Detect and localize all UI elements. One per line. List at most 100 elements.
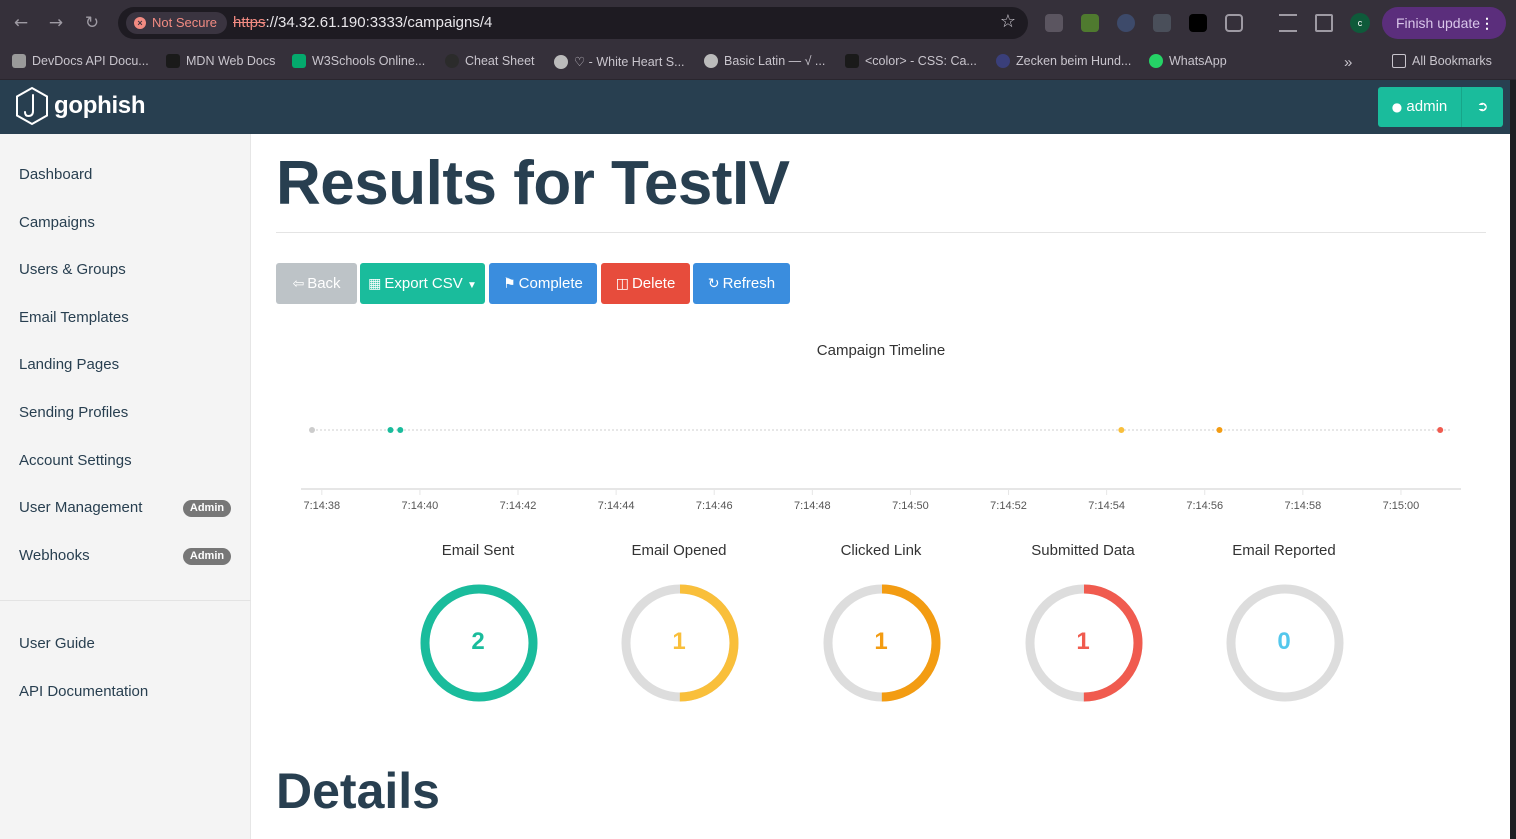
details-heading: Details [276,763,440,819]
bookmark-item[interactable]: Basic Latin — √ ... [704,54,825,68]
hook-logo-icon [16,86,48,126]
bookmark-item[interactable]: WhatsApp [1149,54,1227,68]
sidebar-item-account-settings[interactable]: Account Settings [19,452,132,469]
x-tick-label: 7:14:42 [500,500,537,512]
x-tick-label: 7:14:56 [1186,500,1223,512]
dark-extension-icon[interactable] [1189,14,1207,32]
back-arrow-icon[interactable]: ← [10,12,32,34]
x-tick-label: 7:14:58 [1284,500,1321,512]
campaign-timeline-chart: 7:14:38 7:14:40 7:14:42 7:14:44 7:14:46 7:14:… [301,427,1461,512]
x-tick-label: 7:14:40 [402,500,439,512]
bookmark-item[interactable]: MDN Web Docs [166,54,275,68]
stat-clicked-link: Clicked Link 1 [801,542,961,702]
trash-icon: ◫ [615,276,629,292]
timeline-event-point [1118,427,1125,433]
forward-arrow-icon[interactable]: → [45,12,67,34]
divider [276,232,1486,233]
address-bar[interactable]: × Not Secure https://34.32.61.190:3333/c… [118,7,1028,39]
x-tick-label: 7:14:52 [990,500,1027,512]
bookmark-item[interactable]: Cheat Sheet [445,54,535,68]
timeline-event-point [397,427,404,433]
sidepanel-icon[interactable] [1315,14,1333,32]
folder-icon [1392,54,1406,68]
x-tick-label: 7:15:00 [1383,500,1420,512]
caret-down-icon: ▼ [466,280,477,291]
sidebar-divider [0,600,251,601]
all-bookmarks[interactable]: All Bookmarks [1392,54,1492,68]
gophish-logo[interactable]: gophish [14,86,146,126]
user-menu: ● admin ➲ [1378,87,1503,127]
timeline-event-point [1216,427,1223,433]
complete-button[interactable]: ⚑ Complete [489,263,597,304]
bookmark-item[interactable]: <color> - CSS: Ca... [845,54,977,68]
stat-email-sent: Email Sent 2 [398,542,558,702]
x-tick-label: 7:14:46 [696,500,733,512]
delete-button[interactable]: ◫ Delete [601,263,690,304]
arrow-left-circle-icon: ⇦ [292,276,305,292]
sidebar-item-campaigns[interactable]: Campaigns [19,214,95,231]
sidebar-item-users-groups[interactable]: Users & Groups [19,261,126,278]
sidebar-item-api-documentation[interactable]: API Documentation [19,683,148,700]
url-text[interactable]: https://34.32.61.190:3333/campaigns/4 [233,14,492,31]
stat-value: 0 [1277,628,1291,655]
stat-email-opened: Email Opened 1 [599,542,759,702]
flag-icon: ⚑ [503,276,516,292]
admin-badge: Admin [183,548,231,565]
sidebar-item-user-management[interactable]: User Management [19,499,142,516]
sidebar-item-webhooks[interactable]: Webhooks [19,547,90,564]
bookmark-item[interactable]: Zecken beim Hund... [996,54,1131,68]
timeline-event-point [1437,427,1444,433]
bookmark-item[interactable]: W3Schools Online... [292,54,425,68]
tree-extension-icon[interactable] [1081,14,1099,32]
stat-value: 1 [874,628,888,655]
user-icon: ● [1391,100,1403,114]
brand-name: gophish [54,92,146,119]
timeline-title: Campaign Timeline [816,342,946,359]
security-chip[interactable]: × Not Secure [126,12,228,34]
puzzle-icon[interactable] [1225,14,1243,32]
stat-submitted-data: Submitted Data 1 [1003,542,1163,702]
sidebar-item-landing-pages[interactable]: Landing Pages [19,356,119,373]
extension-icon[interactable] [1045,14,1063,32]
sidebar: Dashboard Campaigns Users & Groups Email… [0,134,251,839]
sidebar-item-dashboard[interactable]: Dashboard [19,166,92,183]
top-navbar: gophish ● admin ➲ [0,80,1510,134]
reload-icon[interactable]: ↻ [81,12,103,34]
refresh-icon: ↻ [707,276,720,292]
bookmark-item[interactable]: DevDocs API Docu... [12,54,149,68]
x-tick-label: 7:14:44 [598,500,635,512]
gophish-app: gophish ● admin ➲ Dashboard Campaigns Us… [0,80,1510,839]
browser-toolbar: ← → ↻ × Not Secure https://34.32.61.190:… [0,0,1516,46]
bookmark-item[interactable]: ♡ - White Heart S... [554,54,685,69]
profile-avatar[interactable]: c [1350,13,1370,33]
x-tick-label: 7:14:48 [794,500,831,512]
media-icon[interactable] [1279,14,1297,32]
bookmark-star-icon[interactable]: ☆ [1000,11,1016,32]
sidebar-item-user-guide[interactable]: User Guide [19,635,95,652]
sidebar-item-sending-profiles[interactable]: Sending Profiles [19,404,128,421]
x-tick-label: 7:14:50 [892,500,929,512]
file-excel-icon: ▦ [368,276,382,292]
shield-extension-icon[interactable] [1153,14,1171,32]
x-tick-label: 7:14:54 [1088,500,1125,512]
timeline-event-point [387,427,394,433]
react-extension-icon[interactable] [1117,14,1135,32]
menu-dots-icon: ⋮ [1480,15,1494,31]
chevron-right-icon[interactable]: » [1344,54,1352,71]
sidebar-item-email-templates[interactable]: Email Templates [19,309,129,326]
page-title: Results for TestIV [276,149,790,218]
export-csv-button[interactable]: ▦ Export CSV ▼ [360,263,485,304]
security-label: Not Secure [152,15,218,30]
stat-email-reported: Email Reported 0 [1204,542,1364,702]
admin-button[interactable]: ● admin [1378,87,1462,127]
warning-icon: × [134,17,146,29]
back-button[interactable]: ⇦ Back [276,263,357,304]
bookmarks-bar: DevDocs API Docu... MDN Web Docs W3Schoo… [0,46,1516,80]
logout-icon[interactable]: ➲ [1462,87,1503,127]
timeline-event-point [309,427,315,433]
finish-update-button[interactable]: Finish update ⋮ [1382,7,1506,39]
refresh-button[interactable]: ↻ Refresh [693,263,790,304]
x-tick-label: 7:14:38 [303,500,340,512]
stat-value: 2 [471,628,485,655]
window-edge [1510,80,1516,839]
